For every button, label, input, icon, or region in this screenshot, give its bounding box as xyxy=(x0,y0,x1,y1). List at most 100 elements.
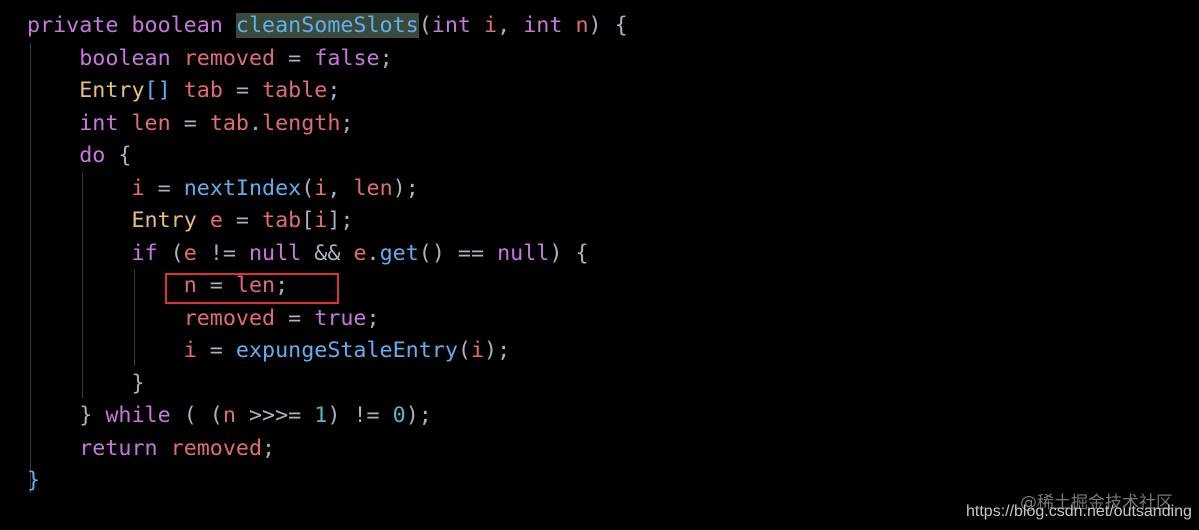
code-token: nextIndex xyxy=(183,175,302,201)
code-token: = xyxy=(275,45,315,71)
code-token: ( xyxy=(170,240,184,266)
code-line: boolean removed = false; xyxy=(27,43,628,76)
code-token: = xyxy=(222,208,263,233)
code-token: >>>= xyxy=(235,403,315,428)
code-token: ) { xyxy=(549,240,589,266)
code-token: true xyxy=(314,305,367,331)
code-token: length xyxy=(262,110,341,136)
code-line: } xyxy=(27,465,628,498)
code-token: 1 xyxy=(314,403,328,428)
code-token: ; xyxy=(340,110,354,136)
code-token: ); xyxy=(405,403,432,428)
code-token: ( xyxy=(457,338,471,363)
code-token: e xyxy=(183,240,197,266)
code-token: ; xyxy=(379,45,393,71)
code-editor: private boolean cleanSomeSlots(int i, in… xyxy=(27,10,628,498)
code-token: removed xyxy=(183,45,276,71)
code-token: false xyxy=(314,45,380,71)
code-line: } xyxy=(27,368,628,401)
code-token: = xyxy=(170,110,210,136)
code-line: i = expungeStaleEntry(i); xyxy=(27,335,628,368)
code-token: Entry xyxy=(79,78,145,103)
code-token: get xyxy=(379,240,419,266)
code-token: [ xyxy=(301,208,315,233)
code-line: removed = true; xyxy=(27,303,628,336)
code-token: ); xyxy=(484,338,511,363)
code-token: } xyxy=(27,370,145,396)
code-line: do { xyxy=(27,140,628,173)
code-line: Entry[] tab = table; xyxy=(27,75,628,108)
code-token: . xyxy=(366,240,380,266)
code-token: i xyxy=(314,208,328,233)
code-line: Entry e = tab[i]; xyxy=(27,205,628,238)
code-token: ( ( xyxy=(183,403,223,428)
code-token: i xyxy=(484,13,498,38)
code-line: int len = tab.length; xyxy=(27,108,628,141)
code-token: , xyxy=(327,175,354,201)
code-token: ( xyxy=(301,175,315,201)
code-token: = xyxy=(144,175,184,201)
code-token: e xyxy=(353,240,367,266)
code-token: return xyxy=(79,435,171,461)
code-token: e xyxy=(209,208,223,233)
code-token: if xyxy=(131,240,171,266)
code-token: tab xyxy=(262,208,302,233)
code-token: expungeStaleEntry xyxy=(235,338,458,363)
code-token: private boolean xyxy=(27,13,236,38)
code-token: removed xyxy=(170,435,263,461)
code-token: } xyxy=(27,403,106,428)
code-token: tab xyxy=(209,110,249,136)
code-token: int xyxy=(431,13,485,38)
code-line: if (e != null && e.get() == null) { xyxy=(27,238,628,271)
code-token: ; xyxy=(327,78,341,103)
watermark-url: https://blog.csdn.net/outsanding xyxy=(966,503,1192,520)
code-token: 0 xyxy=(392,403,406,428)
code-token: len xyxy=(131,110,171,136)
code-token: len xyxy=(353,175,393,201)
code-token: [] xyxy=(144,78,171,103)
code-token: i xyxy=(183,338,197,363)
code-token: , xyxy=(497,13,524,38)
code-token: tab xyxy=(183,78,223,103)
code-token: ) { xyxy=(588,13,628,38)
code-token: do xyxy=(79,143,119,168)
code-token: ; xyxy=(366,305,380,331)
code-token: && xyxy=(314,240,354,266)
code-token: table xyxy=(262,78,328,103)
code-token: n xyxy=(222,403,236,428)
code-token: ); xyxy=(392,175,419,201)
code-token: i xyxy=(314,175,328,201)
code-line: private boolean cleanSomeSlots(int i, in… xyxy=(27,10,628,43)
code-token: } xyxy=(27,468,41,493)
code-token: = xyxy=(275,305,315,331)
code-token: = xyxy=(196,338,236,363)
code-token: int xyxy=(523,13,576,38)
code-line: return removed; xyxy=(27,433,628,466)
code-token: . xyxy=(248,110,263,136)
code-token: = xyxy=(222,78,263,103)
code-token: int xyxy=(79,110,132,136)
code-token: removed xyxy=(183,305,276,331)
code-token: () == xyxy=(418,240,498,266)
code-token: ( xyxy=(418,13,432,38)
code-token: cleanSomeSlots xyxy=(235,13,419,38)
code-token: i xyxy=(470,338,485,363)
code-line: i = nextIndex(i, len); xyxy=(27,173,628,206)
code-token: ]; xyxy=(327,208,354,233)
code-token: n xyxy=(575,13,589,38)
code-token: { xyxy=(118,143,132,168)
code-token: boolean xyxy=(79,45,184,71)
code-line: } while ( (n >>>= 1) != 0); xyxy=(27,400,628,433)
code-token: ) != xyxy=(327,403,393,428)
